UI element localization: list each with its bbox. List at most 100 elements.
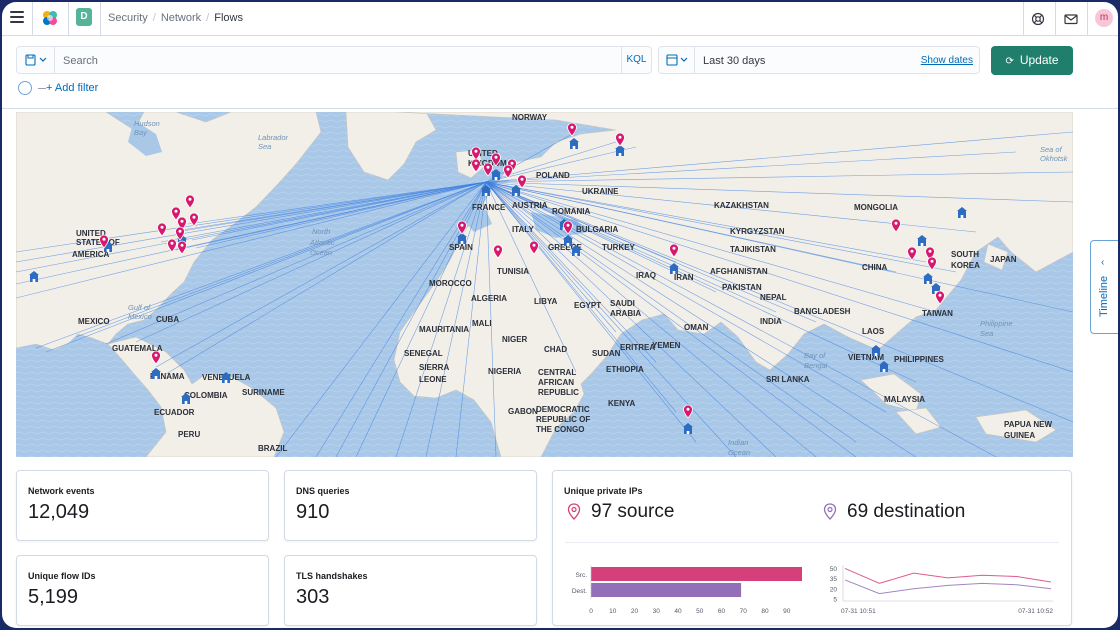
- map-label: ECUADOR: [154, 408, 195, 417]
- map-label: KENYA: [608, 399, 635, 408]
- map-label: Ocean: [310, 248, 332, 257]
- breadcrumb-security[interactable]: Security: [108, 12, 148, 24]
- divider: [32, 2, 33, 36]
- app-window: D Security / Network / Flows m Search KQ…: [2, 2, 1118, 628]
- map-label: TAJIKISTAN: [730, 245, 776, 254]
- map-label: NIGERIA: [488, 367, 522, 376]
- map-label: Bengal: [804, 361, 828, 370]
- map-label: KAZAKHSTAN: [714, 201, 769, 210]
- mail-icon[interactable]: [1060, 8, 1082, 30]
- divider: [1087, 2, 1088, 36]
- saved-query-button[interactable]: [17, 47, 55, 73]
- map-label: CUBA: [156, 315, 179, 324]
- map-label: AFGHANISTAN: [710, 267, 768, 276]
- map-label: MAURITANIA: [419, 325, 469, 334]
- x-tick-label: 07-31 10:52: [1018, 608, 1053, 615]
- map-label: MALI: [472, 319, 492, 328]
- breadcrumb-network[interactable]: Network: [161, 12, 201, 24]
- map-label: OMAN: [684, 323, 709, 332]
- space-avatar[interactable]: D: [76, 8, 92, 26]
- map-label: Philippine: [980, 319, 1013, 328]
- destination-ip-label: 69 destination: [847, 501, 966, 522]
- y-tick-label: 35: [830, 576, 838, 583]
- show-dates-link[interactable]: Show dates: [921, 55, 973, 66]
- map-label: KOREA: [951, 261, 980, 270]
- map-label: IRAN: [674, 273, 694, 282]
- map-label: YEMEN: [652, 341, 681, 350]
- map-label: ALGERIA: [471, 294, 507, 303]
- bar-dest[interactable]: [591, 583, 742, 597]
- kql-language-toggle[interactable]: KQL: [621, 47, 651, 73]
- network-map[interactable]: NORWAYUNITEDKINGDOMPOLANDUKRAINEFRANCEAU…: [16, 112, 1073, 457]
- map-label: SURINAME: [242, 388, 285, 397]
- map-label: BRAZIL: [258, 444, 287, 453]
- search-input[interactable]: Search: [63, 55, 98, 67]
- series-line-0[interactable]: [844, 567, 1052, 584]
- map-label: MALAYSIA: [884, 395, 925, 404]
- x-tick-label: 60: [718, 608, 726, 615]
- map-label: BANGLADESH: [794, 307, 851, 316]
- x-tick-label: 10: [609, 608, 617, 615]
- map-label: CENTRAL: [538, 368, 576, 377]
- panel-value: 303: [296, 586, 330, 608]
- map-label: Sea of: [1040, 145, 1063, 154]
- x-tick-label: 80: [761, 608, 769, 615]
- divider: [68, 2, 69, 36]
- map-label: IRAQ: [636, 271, 656, 280]
- map-label: SIERRA: [419, 363, 449, 372]
- timeline-flyout-button[interactable]: ‹ Timeline: [1090, 240, 1118, 334]
- menu-icon[interactable]: [10, 11, 24, 25]
- divider: [1023, 2, 1024, 36]
- map-label: Gulf of: [128, 303, 151, 312]
- map-label: AUSTRIA: [512, 201, 548, 210]
- map-label: REPUBLIC OF: [536, 415, 590, 424]
- top-nav-bar: D Security / Network / Flows m: [2, 2, 1118, 36]
- date-range-text[interactable]: Last 30 days: [703, 55, 765, 67]
- divider: [1055, 2, 1056, 36]
- map-label: NEPAL: [760, 293, 787, 302]
- map-label: ROMANIA: [552, 207, 590, 216]
- x-tick-label: 70: [740, 608, 748, 615]
- add-filter-button[interactable]: + Add filter: [46, 82, 98, 94]
- panel-title: Network events: [28, 486, 95, 496]
- map-label: FRANCE: [472, 203, 506, 212]
- map-label: ERITREA: [620, 343, 655, 352]
- divider: [38, 88, 46, 89]
- map-label: TUNISIA: [497, 267, 529, 276]
- quick-date-menu-button[interactable]: [659, 47, 695, 73]
- x-tick-label: 07-31 10:51: [841, 608, 876, 615]
- timeline-label: Timeline: [1098, 275, 1110, 317]
- update-button[interactable]: ⟳ Update: [991, 46, 1073, 75]
- map-label: MOROCCO: [429, 279, 472, 288]
- tls-handshakes-panel: TLS handshakes 303: [284, 555, 537, 626]
- elastic-logo-icon[interactable]: [40, 8, 60, 28]
- source-ip-label: 97 source: [591, 501, 675, 522]
- map-label: STATES OF: [76, 238, 120, 247]
- map-label: Sea: [980, 329, 993, 338]
- y-tick-label: 50: [830, 566, 838, 573]
- map-label: LAOS: [862, 327, 885, 336]
- location-pin-icon: [567, 503, 581, 520]
- breadcrumb-flows: Flows: [214, 12, 243, 24]
- map-label: Sea: [258, 142, 271, 151]
- dns-queries-panel: DNS queries 910: [284, 470, 537, 541]
- bar-category-label: Dest.: [572, 588, 587, 595]
- map-label: Labrador: [258, 133, 289, 142]
- filter-menu-icon[interactable]: [18, 81, 32, 95]
- x-tick-label: 40: [674, 608, 682, 615]
- help-icon[interactable]: [1027, 8, 1049, 30]
- divider: [2, 108, 1118, 109]
- panel-title: Unique private IPs: [564, 486, 643, 496]
- user-avatar[interactable]: m: [1095, 9, 1113, 27]
- map-label: Hudson: [134, 119, 160, 128]
- map-label: COLOMBIA: [184, 391, 228, 400]
- ip-line-chart: 50 35 20 5 07-31 10:51 07-31 10:52: [830, 565, 1053, 615]
- map-label: MEXICO: [78, 317, 110, 326]
- map-label: ITALY: [512, 225, 534, 234]
- map-label: SUDAN: [592, 349, 621, 358]
- map-label: SENEGAL: [404, 349, 443, 358]
- refresh-icon: ⟳: [1005, 56, 1014, 67]
- map-canvas: NORWAYUNITEDKINGDOMPOLANDUKRAINEFRANCEAU…: [16, 112, 1073, 457]
- map-label: AMERICA: [72, 250, 110, 259]
- bar-src[interactable]: [591, 567, 802, 581]
